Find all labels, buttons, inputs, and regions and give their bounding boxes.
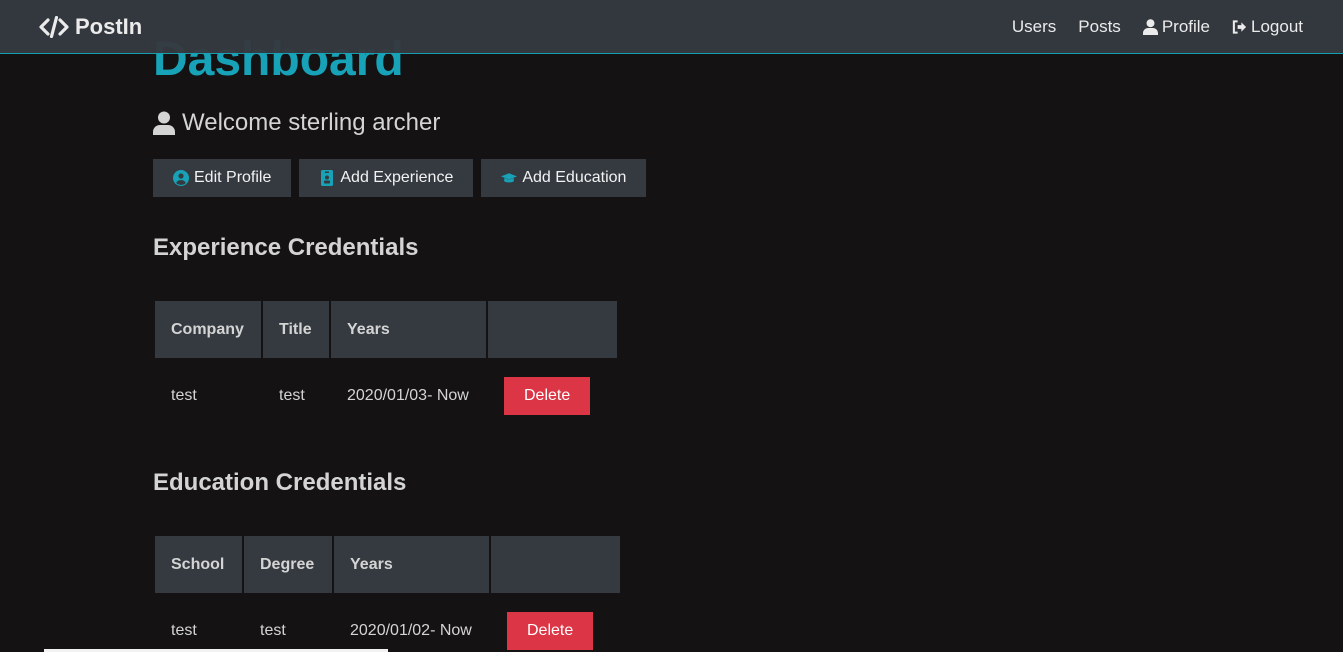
education-table: School Degree Years test test 2020/01/02… <box>153 534 622 652</box>
nav-link-label: Profile <box>1161 16 1210 36</box>
experience-action-cell: Delete <box>488 360 617 431</box>
welcome-text: Welcome sterling archer <box>182 109 441 136</box>
column-header-actions <box>488 301 617 358</box>
nav-link-users[interactable]: Users <box>1012 17 1056 37</box>
column-header-company: Company <box>155 301 261 358</box>
nav-link-label: Logout <box>1251 16 1303 36</box>
brand-name: PostIn <box>75 13 143 39</box>
experience-title: test <box>279 386 305 404</box>
experience-heading: Experience Credentials <box>153 234 419 261</box>
experience-table: Company Title Years test test 2020/01/03… <box>153 299 619 433</box>
dashboard-actions: Edit Profile Add Experience Add Educatio… <box>153 159 647 197</box>
column-header-actions <box>491 536 620 593</box>
nav-link-label: Users <box>1011 16 1057 36</box>
table-row: test test 2020/01/02- Now Delete <box>155 595 620 652</box>
education-action-cell: Delete <box>491 595 620 652</box>
education-heading: Education Credentials <box>153 469 407 496</box>
id-badge-icon <box>321 170 334 186</box>
nav-links: Users Posts Profile Logout <box>1012 17 1303 37</box>
table-header-row: Company Title Years <box>155 301 617 358</box>
user-icon <box>1142 18 1158 35</box>
code-icon <box>39 15 69 38</box>
edit-profile-label: Edit Profile <box>194 169 272 186</box>
nav-link-label: Posts <box>1078 16 1121 36</box>
add-experience-label: Add Experience <box>340 169 454 186</box>
nav-link-posts[interactable]: Posts <box>1078 17 1121 37</box>
add-experience-button[interactable]: Add Experience <box>299 159 474 197</box>
experience-years: 2020/01/03- Now <box>347 386 469 404</box>
experience-company: test <box>171 386 197 404</box>
column-header-years: Years <box>331 301 486 358</box>
delete-experience-button[interactable]: Delete <box>504 376 591 415</box>
delete-education-button[interactable]: Delete <box>507 611 594 650</box>
welcome-message: Welcome sterling archer <box>153 109 440 137</box>
column-header-degree: Degree <box>244 536 332 593</box>
brand-logo-link[interactable]: PostIn <box>39 14 142 40</box>
education-years: 2020/01/02- Now <box>350 621 472 639</box>
user-circle-icon <box>173 170 189 186</box>
page: Dashboard Welcome sterling archer Edit P… <box>0 0 1343 652</box>
education-degree: test <box>260 621 286 639</box>
table-header-row: School Degree Years <box>155 536 620 593</box>
sign-out-icon <box>1232 19 1247 34</box>
user-icon <box>153 111 175 135</box>
education-school: test <box>171 621 197 639</box>
nav-link-profile[interactable]: Profile <box>1142 16 1210 37</box>
graduation-cap-icon <box>501 173 518 183</box>
table-row: test test 2020/01/03- Now Delete <box>155 360 617 431</box>
add-education-label: Add Education <box>522 169 627 186</box>
column-header-years: Years <box>334 536 489 593</box>
add-education-button[interactable]: Add Education <box>481 159 647 197</box>
nav-link-logout[interactable]: Logout <box>1232 17 1303 37</box>
column-header-school: School <box>155 536 242 593</box>
column-header-title: Title <box>263 301 329 358</box>
navbar: PostIn Users Posts Profile Logout <box>0 0 1343 54</box>
edit-profile-button[interactable]: Edit Profile <box>153 159 292 197</box>
